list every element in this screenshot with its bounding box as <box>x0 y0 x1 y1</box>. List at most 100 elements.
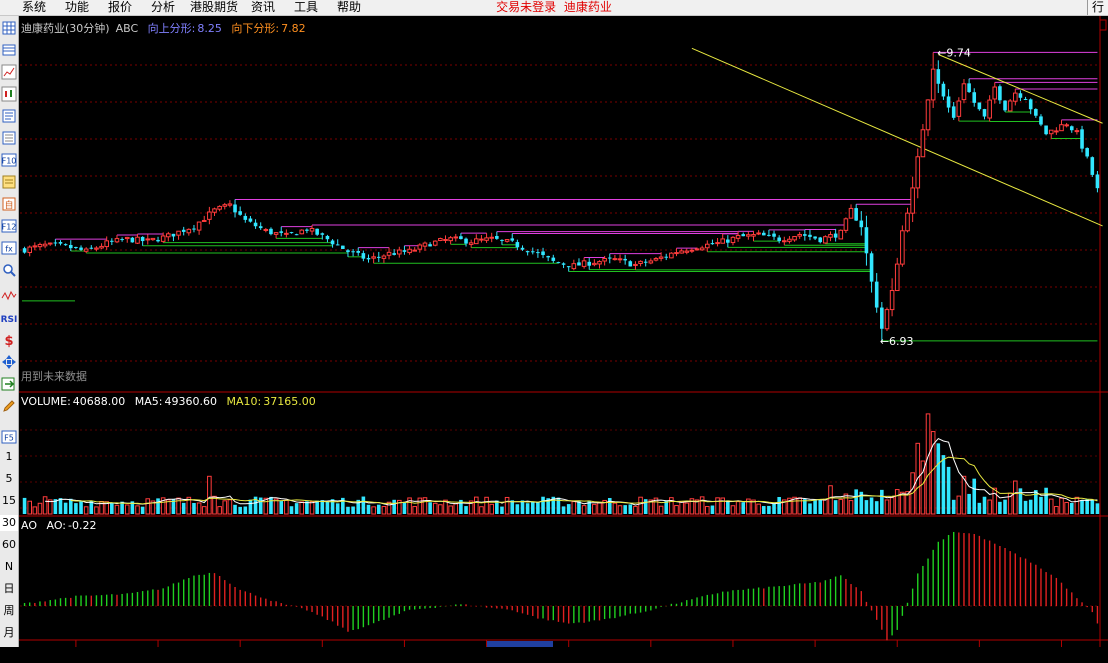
candle-body-down <box>305 229 309 231</box>
kline-icon[interactable] <box>1 86 17 102</box>
volume-bar-up <box>217 506 222 515</box>
volume-bar-up <box>386 501 392 515</box>
volume-bar-up <box>114 504 120 515</box>
volume-bar-up <box>32 506 38 515</box>
candle-body-down <box>464 238 468 244</box>
volume-bar-down <box>320 500 325 514</box>
candle-body-down <box>192 228 196 230</box>
candle-body-up <box>484 237 489 241</box>
volume-bar-down <box>289 506 294 514</box>
table-icon[interactable] <box>1 42 17 58</box>
period-1min[interactable]: 1 <box>0 449 18 465</box>
candle-body-down <box>110 240 114 242</box>
candle-body-up <box>201 219 207 222</box>
volume-bar-down <box>710 505 715 514</box>
export-icon[interactable] <box>1 376 17 392</box>
price-panel-header: 迪康药业(30分钟) ABC 向上分形: 8.25 向下分形: 7.82 <box>21 20 312 36</box>
candle-body-down <box>320 233 325 235</box>
candle-body-down <box>253 222 258 227</box>
volume-bar-up <box>992 487 998 515</box>
volume-bar-down <box>1034 490 1038 514</box>
dollar-icon[interactable]: $ <box>1 332 17 348</box>
volume-bar-down <box>1095 503 1100 514</box>
volume-bar-up <box>699 496 705 515</box>
period-15min[interactable]: 15 <box>0 493 18 509</box>
report-icon[interactable] <box>1 108 17 124</box>
self-select-icon[interactable]: 自 <box>1 196 17 212</box>
candle-body-up <box>679 250 684 254</box>
candle-body-down <box>402 250 407 252</box>
candle-body-down <box>761 232 766 236</box>
move-icon[interactable] <box>1 354 17 370</box>
volume-bar-down <box>500 506 504 514</box>
wave-icon[interactable] <box>1 288 17 304</box>
volume-bar-down <box>192 502 196 514</box>
period-n-min[interactable]: N <box>0 559 18 575</box>
grid-view-icon[interactable] <box>1 20 17 36</box>
volume-bar-up <box>284 499 289 515</box>
period-day[interactable]: 日 <box>0 581 18 597</box>
menu-news[interactable]: 资讯 <box>251 0 275 15</box>
pencil-icon[interactable] <box>1 398 17 414</box>
menu-hk-futures[interactable]: 港股期货 <box>190 0 238 15</box>
svg-text:F12: F12 <box>2 223 17 232</box>
menu-function[interactable]: 功能 <box>65 0 89 15</box>
chart-area[interactable]: ←9.74 ←6.93 <box>0 0 1108 647</box>
volume-bar-down <box>1090 499 1095 514</box>
menu-help[interactable]: 帮助 <box>337 0 361 15</box>
candle-body-up <box>479 238 484 241</box>
quote-row-button[interactable]: 行 <box>1087 0 1108 15</box>
notes-icon[interactable] <box>1 174 17 190</box>
candle-body-up <box>961 83 967 101</box>
candle-body-down <box>772 233 776 237</box>
candle-body-up <box>653 258 659 261</box>
candle-body-up <box>571 263 577 270</box>
trade-login-status[interactable]: 交易未登录 <box>496 0 556 14</box>
candle-body-down <box>120 239 124 241</box>
candle-body-up <box>263 228 269 231</box>
period-multi[interactable]: 多 <box>0 647 18 663</box>
candle-body-up <box>371 256 376 259</box>
volume-bar-up <box>638 496 643 515</box>
rsi-icon[interactable]: RSI <box>1 310 17 326</box>
candle-body-up <box>617 258 623 261</box>
menu-system[interactable]: 系统 <box>22 0 46 15</box>
candle-body-down <box>428 244 432 247</box>
formula-icon[interactable]: fx <box>1 240 17 256</box>
volume-bar-down <box>335 503 340 514</box>
menu-quote[interactable]: 报价 <box>108 0 132 15</box>
f10-icon[interactable]: F10 <box>1 152 17 168</box>
svg-text:RSI: RSI <box>1 315 17 325</box>
period-5min[interactable]: 5 <box>0 471 18 487</box>
f5-icon[interactable]: F5 <box>1 429 17 445</box>
menu-analysis[interactable]: 分析 <box>151 0 175 15</box>
candle-body-down <box>1069 126 1074 131</box>
volume-bar-up <box>684 502 690 515</box>
period-60min[interactable]: 60 <box>0 537 18 553</box>
line-chart-icon[interactable] <box>1 64 17 80</box>
candle-body-down <box>525 251 530 253</box>
period-month[interactable]: 月 <box>0 625 18 641</box>
candle-body-down <box>171 233 176 237</box>
volume-bar-down <box>269 496 273 514</box>
menu-tools[interactable]: 工具 <box>294 0 318 15</box>
volume-bar-down <box>536 502 540 514</box>
volume-bar-up <box>489 503 494 515</box>
list-icon[interactable] <box>1 130 17 146</box>
period-week[interactable]: 周 <box>0 603 18 619</box>
volume-bar-up <box>135 505 140 515</box>
search-icon[interactable] <box>1 262 17 278</box>
volume-bar-down <box>767 505 771 514</box>
volume-bar-down <box>998 501 1002 514</box>
volume-bar-down <box>623 505 627 514</box>
volume-bar-up <box>484 496 489 515</box>
volume-bar-down <box>248 499 253 514</box>
volume-bar-up <box>658 505 664 515</box>
volume-bar-down <box>643 499 648 514</box>
volume-bar-up <box>828 485 833 515</box>
volume-bar-down <box>946 466 951 514</box>
f12-icon[interactable]: F12 <box>1 218 17 234</box>
volume-bar-down <box>515 504 520 514</box>
period-30min[interactable]: 30 <box>0 515 18 531</box>
volume-bar-down <box>325 501 330 514</box>
